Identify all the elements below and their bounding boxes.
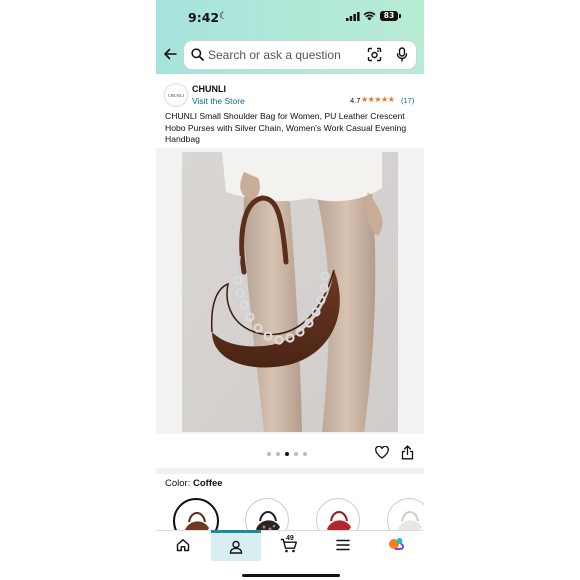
tab-menu[interactable] (318, 531, 368, 559)
search-input[interactable]: Search or ask a question (184, 41, 416, 69)
cellular-signal-icon (346, 12, 360, 21)
color-swatches (156, 496, 424, 544)
wifi-icon (363, 11, 376, 21)
product-image-carousel[interactable] (156, 148, 424, 434)
brand-logo[interactable]: CHUNLI (164, 83, 188, 107)
search-placeholder: Search or ask a question (208, 48, 341, 62)
image-actions-row (156, 434, 424, 468)
brand-row: CHUNLI CHUNLI Visit the Store 4.7 ★★★★★ … (156, 74, 424, 110)
visit-store-link[interactable]: Visit the Store (192, 96, 245, 106)
rating-stars-icon[interactable]: ★★★★★ (361, 95, 395, 104)
home-icon (176, 539, 190, 552)
person-icon (229, 540, 243, 554)
phone-screen: 9:42 ☾ 83 Search or ask a question CHUNL… (156, 0, 424, 580)
carousel-dot[interactable] (267, 452, 271, 456)
brand-name: CHUNLI (192, 84, 226, 94)
tab-home[interactable] (158, 531, 208, 559)
search-header: Search or ask a question (156, 34, 424, 74)
carousel-dot[interactable] (303, 452, 307, 456)
color-label: Color: (165, 478, 191, 489)
tab-rufus[interactable] (371, 531, 421, 559)
rufus-assistant-icon (389, 538, 404, 550)
product-title: CHUNLI Small Shoulder Bag for Women, PU … (165, 111, 407, 144)
bottom-tab-bar: 49 (156, 530, 424, 580)
product-image[interactable] (182, 152, 398, 432)
battery-indicator: 83 (380, 11, 398, 21)
search-icon (191, 48, 204, 61)
cart-count-badge: 49 (286, 535, 294, 542)
status-bar: 9:42 ☾ 83 (156, 0, 424, 34)
carousel-pagination[interactable] (267, 452, 307, 456)
share-icon[interactable] (401, 445, 414, 460)
section-divider (156, 468, 424, 474)
back-arrow-icon[interactable] (163, 47, 177, 61)
rating-count-link[interactable]: (17) (401, 96, 414, 105)
heart-icon[interactable] (375, 446, 389, 459)
rating-value: 4.7 (350, 96, 361, 105)
microphone-icon[interactable] (396, 47, 408, 62)
hamburger-menu-icon (336, 539, 350, 551)
status-time: 9:42 (188, 10, 220, 25)
moon-icon: ☾ (219, 11, 228, 22)
home-indicator (242, 574, 340, 577)
carousel-dot[interactable] (276, 452, 280, 456)
camera-lens-icon[interactable] (367, 47, 382, 62)
carousel-dot-active[interactable] (285, 452, 289, 456)
tab-account[interactable] (211, 530, 261, 561)
battery-tip (399, 14, 401, 18)
color-value: Coffee (192, 478, 223, 489)
carousel-dot[interactable] (294, 452, 298, 456)
color-selection-label: Color: Coffee (165, 478, 223, 489)
